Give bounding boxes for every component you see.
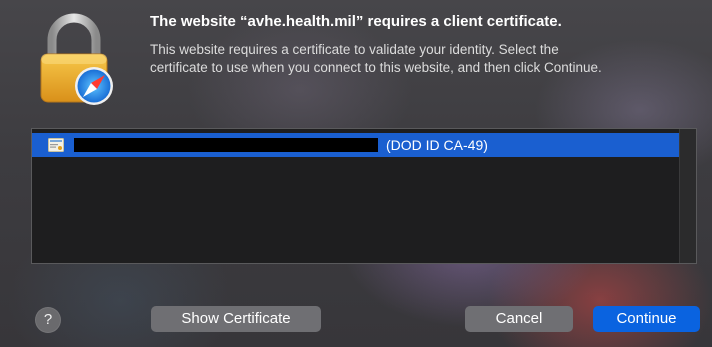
certificate-dialog: The website “avhe.health.mil” requires a… bbox=[0, 0, 712, 347]
certificate-row[interactable]: (DOD ID CA-49) bbox=[32, 133, 681, 157]
certificate-list[interactable]: (DOD ID CA-49) bbox=[31, 128, 697, 264]
cancel-button[interactable]: Cancel bbox=[465, 306, 573, 332]
dialog-description: This website requires a certificate to v… bbox=[150, 41, 706, 77]
certificate-icon bbox=[48, 138, 64, 152]
continue-button[interactable]: Continue bbox=[593, 306, 700, 332]
description-line: This website requires a certificate to v… bbox=[150, 42, 559, 57]
lock-safari-icon bbox=[34, 10, 118, 110]
description-line: certificate to use when you connect to t… bbox=[150, 60, 602, 75]
dialog-title: The website “avhe.health.mil” requires a… bbox=[150, 13, 562, 30]
list-scrollbar[interactable] bbox=[679, 129, 696, 263]
certificate-issuer: (DOD ID CA-49) bbox=[386, 137, 488, 153]
redacted-certificate-name bbox=[74, 138, 378, 152]
show-certificate-button[interactable]: Show Certificate bbox=[151, 306, 321, 332]
help-button[interactable]: ? bbox=[35, 307, 61, 333]
